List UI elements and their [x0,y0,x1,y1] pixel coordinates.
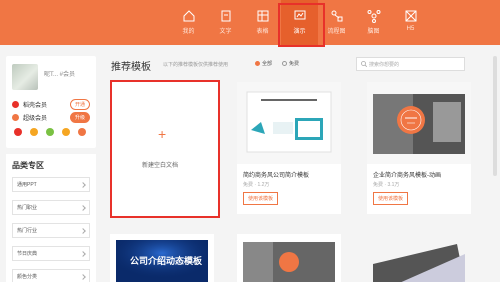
template-meta: 免费 · 3.1万 [373,182,400,188]
super-vip-icon [12,114,19,121]
member-row-super: 超级会员 升级 [12,112,90,123]
template-card[interactable] [367,234,471,282]
highlight-box-presentation [278,3,325,47]
category-item[interactable]: 节日庆典 [12,246,90,261]
mindmap-icon [367,10,380,23]
filter-free[interactable]: 免费 [282,60,299,67]
template-name: 简约商务风公司简介模板 [243,173,310,179]
sidebar: 昵T... #会员 稻壳会员 开通 超级会员 升级 品类专区 通用PPT 热门职… [6,56,96,282]
nav-item-h5[interactable]: H5 [392,0,429,45]
h5-icon [405,10,416,22]
upgrade-button[interactable]: 升级 [69,112,90,123]
flowchart-icon [331,10,342,22]
search-input[interactable]: 搜索你想要的 [356,57,465,71]
template-thumbnail [237,82,341,164]
privilege-icon[interactable] [46,128,54,136]
template-name: 企业简介商务风模板-动画 [373,173,441,179]
user-card: 昵T... #会员 稻壳会员 开通 超级会员 升级 [6,56,96,148]
category-item[interactable]: 通用PPT [12,177,90,192]
category-item[interactable]: 颜色分类 [12,269,90,282]
banner-text: 公司介绍动态模板 [130,256,203,266]
privilege-icon[interactable] [78,128,86,136]
privilege-icons [14,128,94,136]
category-title: 品类专区 [12,161,44,170]
privilege-icon[interactable] [62,128,70,136]
template-card[interactable] [237,234,341,282]
top-bar: 我的 文字 表格 演示 流程图 脑图 H5 [0,0,500,47]
scrollbar[interactable] [493,56,497,176]
plus-icon: + [158,126,167,142]
template-card[interactable]: 简约商务风公司简介模板 免费 · 1.2万 使用该模板 [237,82,341,214]
home-icon [183,10,194,22]
nav-item-document[interactable]: 文字 [207,0,244,45]
section-title: 推荐模板 [111,62,151,73]
avatar[interactable] [12,64,38,90]
new-blank-document-label: 新建空白文档 [142,163,179,169]
member-row-docer: 稻壳会员 开通 [12,99,90,110]
template-meta: 免费 · 1.2万 [243,182,270,188]
nav-item-table[interactable]: 表格 [244,0,281,45]
search-icon [361,61,367,67]
document-icon [221,10,230,22]
section-subtitle: 以下的推荐模板仅供推荐使用 [163,62,229,68]
docer-vip-icon [12,101,19,108]
category-panel: 品类专区 通用PPT 热门职业 热门行业 节日庆典 颜色分类 [6,154,96,282]
open-member-button[interactable]: 开通 [69,99,90,110]
template-card[interactable]: 企业简介商务风模板-动画 免费 · 3.1万 使用该模板 [367,82,471,214]
radio-icon [282,61,287,66]
template-thumbnail [367,82,471,164]
nav-item-mindmap[interactable]: 脑图 [355,0,392,45]
template-card[interactable]: 公司介绍动态模板 [110,234,214,282]
user-name: 昵T... #会员 [44,72,76,78]
privilege-icon[interactable] [14,128,22,136]
filter-all[interactable]: 全部 [255,60,272,67]
privilege-icon[interactable] [30,128,38,136]
nav-item-home[interactable]: 我的 [170,0,207,45]
new-blank-document-card[interactable]: + 新建空白文档 [110,80,220,218]
category-item[interactable]: 热门行业 [12,223,90,238]
template-thumbnail [243,242,335,282]
radio-icon [255,61,260,66]
table-icon [257,10,268,22]
template-thumbnail [367,234,471,282]
category-item[interactable]: 热门职业 [12,200,90,215]
use-template-button[interactable]: 使用该模板 [373,192,409,205]
use-template-button[interactable]: 使用该模板 [243,192,279,205]
